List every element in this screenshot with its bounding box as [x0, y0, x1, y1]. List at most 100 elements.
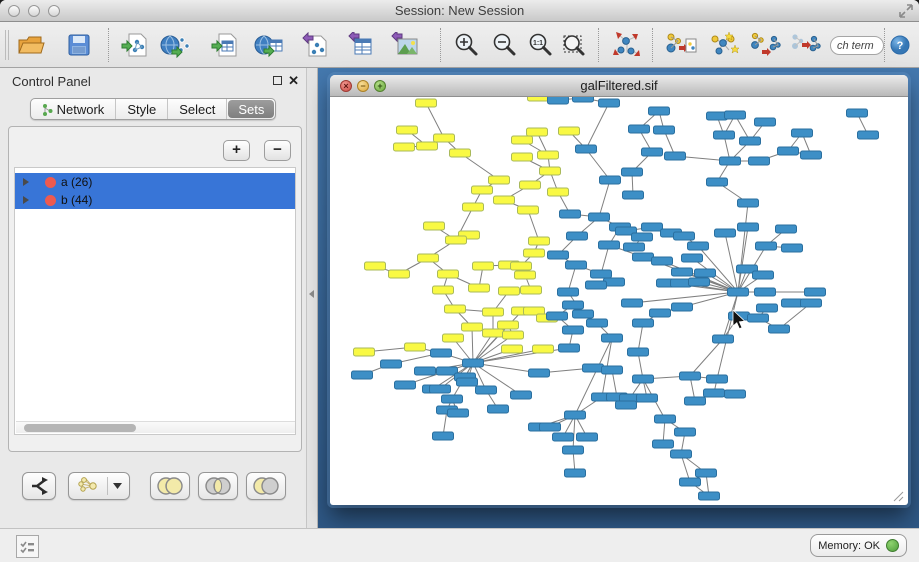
graph-node[interactable]: [623, 191, 644, 199]
task-history-button[interactable]: [16, 535, 39, 558]
graph-node[interactable]: [483, 329, 504, 337]
float-panel-icon[interactable]: [273, 76, 282, 85]
graph-node[interactable]: [567, 232, 588, 240]
graph-node[interactable]: [847, 109, 868, 117]
tab-sets[interactable]: Sets: [228, 100, 274, 118]
graph-node[interactable]: [473, 262, 494, 270]
tab-style[interactable]: Style: [116, 99, 168, 119]
graph-node[interactable]: [776, 225, 797, 233]
graph-node[interactable]: [529, 369, 550, 377]
network-canvas[interactable]: [330, 97, 906, 504]
union-button[interactable]: [150, 472, 190, 500]
graph-node[interactable]: [463, 359, 484, 367]
graph-node[interactable]: [782, 244, 803, 252]
graph-node[interactable]: [714, 131, 735, 139]
graph-svg[interactable]: [330, 97, 906, 504]
graph-node[interactable]: [565, 469, 586, 477]
graph-node[interactable]: [394, 143, 415, 151]
import-network-file-icon[interactable]: [118, 29, 152, 61]
graph-node[interactable]: [633, 253, 654, 261]
graph-node[interactable]: [688, 242, 709, 250]
graph-node[interactable]: [511, 262, 532, 270]
graph-node[interactable]: [462, 323, 483, 331]
graph-node[interactable]: [442, 395, 463, 403]
horizontal-scrollbar[interactable]: [16, 421, 296, 433]
graph-node[interactable]: [652, 257, 673, 265]
titlebar[interactable]: Session: New Session: [0, 0, 919, 22]
import-table-url-icon[interactable]: [252, 29, 286, 61]
graph-node[interactable]: [430, 385, 451, 393]
export-table-icon[interactable]: [344, 29, 378, 61]
graph-node[interactable]: [540, 167, 561, 175]
graph-node[interactable]: [533, 345, 554, 353]
graph-node[interactable]: [573, 97, 594, 102]
export-image-icon[interactable]: [388, 29, 422, 61]
graph-node[interactable]: [547, 312, 568, 320]
graph-node[interactable]: [628, 348, 649, 356]
graph-node[interactable]: [352, 371, 373, 379]
graph-node[interactable]: [689, 278, 710, 286]
panel-splitter[interactable]: [306, 68, 318, 528]
graph-node[interactable]: [633, 319, 654, 327]
graph-node[interactable]: [629, 125, 650, 133]
import-table-file-icon[interactable]: [208, 29, 242, 61]
graph-node[interactable]: [728, 288, 749, 296]
graph-node[interactable]: [704, 389, 725, 397]
graph-node[interactable]: [725, 390, 746, 398]
graph-node[interactable]: [463, 203, 484, 211]
graph-node[interactable]: [715, 229, 736, 237]
graph-node[interactable]: [483, 308, 504, 316]
graph-node[interactable]: [494, 196, 515, 204]
graph-node[interactable]: [443, 334, 464, 342]
graph-node[interactable]: [675, 428, 696, 436]
collapse-panel-icon[interactable]: [309, 290, 314, 298]
graph-node[interactable]: [457, 378, 478, 386]
graph-node[interactable]: [573, 310, 594, 318]
graph-node[interactable]: [622, 168, 643, 176]
graph-node[interactable]: [389, 270, 410, 278]
graph-node[interactable]: [748, 314, 769, 322]
graph-node[interactable]: [415, 367, 436, 375]
graph-node[interactable]: [529, 237, 550, 245]
graph-node[interactable]: [528, 97, 549, 101]
graph-node[interactable]: [395, 381, 416, 389]
graph-node[interactable]: [599, 99, 620, 107]
graph-node[interactable]: [672, 303, 693, 311]
graph-node[interactable]: [553, 433, 574, 441]
graph-node[interactable]: [749, 157, 770, 165]
set-list-item[interactable]: b (44): [15, 191, 295, 209]
graph-node[interactable]: [538, 151, 559, 159]
graph-node[interactable]: [498, 321, 519, 329]
graph-node[interactable]: [434, 134, 455, 142]
graph-node[interactable]: [563, 301, 584, 309]
graph-node[interactable]: [782, 299, 803, 307]
graph-node[interactable]: [757, 304, 778, 312]
graph-node[interactable]: [653, 440, 674, 448]
graph-node[interactable]: [707, 178, 728, 186]
expand-arrow-icon[interactable]: [23, 196, 29, 204]
graph-node[interactable]: [577, 433, 598, 441]
graph-node[interactable]: [559, 127, 580, 135]
graph-node[interactable]: [680, 372, 701, 380]
graph-node[interactable]: [680, 478, 701, 486]
resize-grip-icon[interactable]: [890, 488, 904, 502]
graph-node[interactable]: [472, 186, 493, 194]
graph-node[interactable]: [417, 142, 438, 150]
graph-node[interactable]: [599, 241, 620, 249]
graph-node[interactable]: [381, 360, 402, 368]
graph-node[interactable]: [499, 287, 520, 295]
scrollbar-thumb[interactable]: [24, 424, 136, 432]
graph-node[interactable]: [576, 145, 597, 153]
graph-node[interactable]: [548, 251, 569, 259]
graph-node[interactable]: [740, 137, 761, 145]
difference-button[interactable]: [246, 472, 286, 500]
graph-node[interactable]: [624, 243, 645, 251]
graph-node[interactable]: [515, 271, 536, 279]
graph-node[interactable]: [563, 326, 584, 334]
graph-node[interactable]: [560, 210, 581, 218]
graph-node[interactable]: [602, 334, 623, 342]
graph-node[interactable]: [558, 288, 579, 296]
graph-node[interactable]: [566, 261, 587, 269]
zoom-actual-icon[interactable]: 1:1: [524, 29, 558, 61]
graph-node[interactable]: [521, 286, 542, 294]
